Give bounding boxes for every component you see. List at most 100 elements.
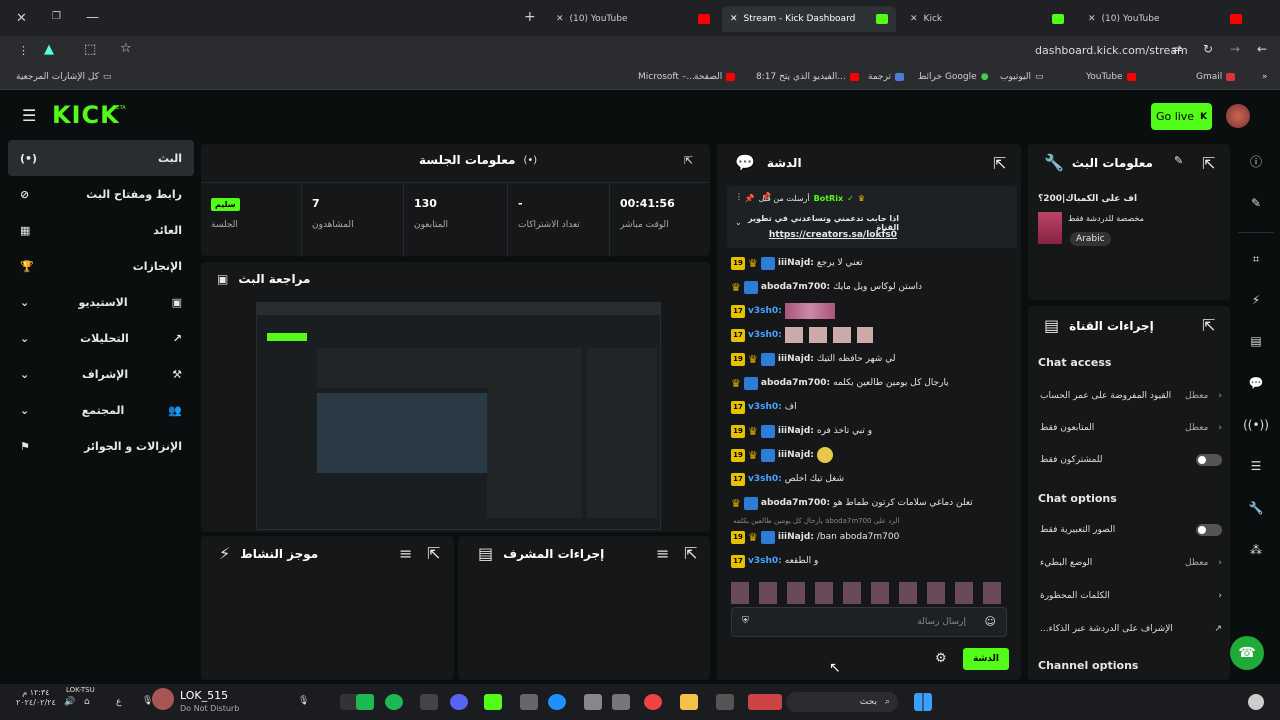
bookmark-maps[interactable]: خرائط Google ● xyxy=(918,72,989,82)
bookmark-all[interactable]: كل الإشارات المرجعية ▭ xyxy=(16,72,111,82)
close-tab-icon[interactable]: ✕ xyxy=(910,14,918,24)
sidebar-item-moderation[interactable]: ⌄ الإشراف ⚒ xyxy=(8,356,194,392)
windows-start-icon[interactable] xyxy=(914,693,932,711)
bookmark-video[interactable]: 8:17 الفيديو الذي يتح... xyxy=(756,72,859,82)
close-window-icon[interactable]: ✕ xyxy=(16,11,27,26)
wrench-icon[interactable]: 🔧 xyxy=(1243,495,1269,521)
popout-icon[interactable]: ⇱ xyxy=(427,544,440,563)
reload-icon[interactable]: ↻ xyxy=(1203,42,1213,56)
url-field[interactable]: dashboard.kick.com/stream xyxy=(1035,44,1188,57)
notification-icon[interactable] xyxy=(1248,694,1264,710)
sidebar-item-drops[interactable]: ⚑ الإنزالات و الجوائز xyxy=(8,428,194,464)
bookmark-page[interactable]: الصفحة xyxy=(694,72,736,82)
broadcast-icon[interactable]: ((•)) xyxy=(1243,412,1269,438)
microphone-icon[interactable]: 🎙 xyxy=(298,696,309,706)
close-tab-icon[interactable]: ✕ xyxy=(1088,14,1096,24)
edit-pen-icon[interactable]: ✎ xyxy=(1243,190,1269,216)
volume-icon[interactable]: 🔊 xyxy=(64,697,75,707)
emote-bar[interactable] xyxy=(731,582,1011,604)
slow-mode-row[interactable]: الوضع البطيء معطل › xyxy=(1040,553,1222,573)
close-tab-icon[interactable]: ✕ xyxy=(556,14,564,24)
popout-icon[interactable]: ⇱ xyxy=(1202,316,1215,335)
popout-icon[interactable]: ⇱ xyxy=(1202,154,1215,173)
emotes-only-toggle[interactable] xyxy=(1196,524,1222,536)
share-icon[interactable]: ⬚ xyxy=(84,42,96,57)
network-icon[interactable]: ⌂ xyxy=(84,697,90,707)
discord-avatar[interactable] xyxy=(152,688,174,710)
emoji-icon[interactable]: ☺ xyxy=(985,615,996,628)
clock[interactable]: ١٢:٣٤ م ٢٠٢٤/٠٢/٢٤ xyxy=(16,688,56,708)
account-age-row[interactable]: القيود المفروضة على عمر الحساب معطل › xyxy=(1040,386,1222,406)
send-chat-button[interactable]: الدشة xyxy=(963,648,1009,670)
tab-youtube-2[interactable]: ✕ (10) YouTube xyxy=(1080,6,1250,32)
followers-only-row[interactable]: المتابعون فقط معطل › xyxy=(1040,418,1222,438)
banned-words-row[interactable]: الكلمات المحظورة › xyxy=(1040,586,1222,606)
app-icon[interactable] xyxy=(520,694,538,710)
close-tab-icon[interactable]: ✕ xyxy=(730,14,738,24)
browser-menu-icon[interactable]: ⋮ xyxy=(18,44,29,57)
widgets-icon[interactable]: ⁂ xyxy=(1243,537,1269,563)
subscribers-only-toggle[interactable] xyxy=(1196,454,1222,466)
bookmark-gmail[interactable]: Gmail xyxy=(1196,72,1236,82)
lightning-icon[interactable]: ⚡ xyxy=(1243,287,1269,313)
sidebar-item-achievements[interactable]: 🏆 الإنجازات xyxy=(8,248,194,284)
stream-preview-video[interactable] xyxy=(256,302,661,530)
kick-app-icon[interactable] xyxy=(484,694,502,710)
spotify-icon[interactable] xyxy=(385,694,403,710)
filter-icon[interactable]: ≡ xyxy=(656,544,669,563)
tab-youtube-1[interactable]: ✕ (10) YouTube xyxy=(548,6,718,32)
sidebar-item-stream-key[interactable]: ⊘ رابط ومفتاح البث xyxy=(8,176,194,212)
bookmark-translate[interactable]: ترجمة xyxy=(868,72,905,82)
sidebar-item-studio[interactable]: ⌄ الاستيديو ▣ xyxy=(8,284,194,320)
user-avatar[interactable] xyxy=(1226,104,1250,128)
bookmark-star-icon[interactable]: ☆ xyxy=(120,41,132,56)
edit-icon[interactable]: ✎ xyxy=(1174,154,1183,167)
hamburger-menu-icon[interactable]: ☰ xyxy=(22,106,36,125)
bookmark-youtube-ar[interactable]: اليوتيوب ▭ xyxy=(1000,72,1043,82)
ai-moderation-row[interactable]: ...الإشراف على الدردشة عبر الذكاء ↗ xyxy=(1040,619,1222,639)
app-icon[interactable] xyxy=(612,694,630,710)
more-bookmarks-icon[interactable]: » xyxy=(1262,72,1268,82)
language-indicator[interactable]: ع xyxy=(116,697,121,707)
layers-icon[interactable]: ☰ xyxy=(1243,453,1269,479)
extension-icon[interactable]: ▲ xyxy=(44,42,54,57)
forward-icon[interactable]: → xyxy=(1230,42,1240,56)
taskbar-search[interactable]: بحث ⌕ xyxy=(786,692,898,712)
pinned-link[interactable]: https://creators.sa/lokfs0 xyxy=(731,230,897,240)
scan-icon[interactable]: ⌗ xyxy=(1243,246,1269,272)
new-tab-icon[interactable]: + xyxy=(524,9,536,25)
edge-icon[interactable] xyxy=(548,694,566,710)
tune-icon[interactable]: ⇌ xyxy=(1172,42,1182,56)
restore-window-icon[interactable]: ❐ xyxy=(52,11,61,22)
minimize-window-icon[interactable]: — xyxy=(86,10,99,25)
file-explorer-icon[interactable] xyxy=(680,694,698,710)
document-icon[interactable]: ▤ xyxy=(1243,328,1269,354)
tab-kick-dashboard[interactable]: ✕ Stream - Kick Dashboard xyxy=(722,6,896,32)
sidebar-item-community[interactable]: ⌄ المجتمع 👥 xyxy=(8,392,194,428)
kick-logo[interactable]: KICK xyxy=(52,101,120,129)
sidebar-item-analytics[interactable]: ⌄ التحليلات ↗ xyxy=(8,320,194,356)
chat-icon[interactable]: 💬 xyxy=(1243,370,1269,396)
bookmark-microsoft[interactable]: Microsoft –... xyxy=(638,72,695,82)
support-headset-icon[interactable]: ☎ xyxy=(1230,636,1264,670)
back-icon[interactable]: ← xyxy=(1257,42,1267,56)
discord-icon[interactable] xyxy=(450,694,468,710)
popout-icon[interactable]: ⇱ xyxy=(993,154,1006,173)
popout-icon[interactable]: ⇱ xyxy=(684,154,693,167)
store-icon[interactable] xyxy=(584,694,602,710)
chrome-icon[interactable] xyxy=(644,694,662,710)
popout-icon[interactable]: ⇱ xyxy=(684,544,697,563)
sidebar-item-stream[interactable]: (•) البث xyxy=(8,140,194,176)
filter-icon[interactable]: ≡ xyxy=(399,544,412,563)
go-live-button[interactable]: Go live K xyxy=(1151,103,1212,130)
app-icon[interactable] xyxy=(748,694,782,710)
tab-kick[interactable]: ✕ Kick xyxy=(902,6,1072,32)
pin-icon[interactable]: 📌 xyxy=(761,192,771,201)
shield-icon[interactable]: ⛨ xyxy=(742,616,749,626)
app-icon[interactable] xyxy=(356,694,374,710)
chat-input[interactable]: ⛨ إرسال رسالة ☺ xyxy=(731,607,1007,637)
app-icon[interactable] xyxy=(716,694,734,710)
sidebar-item-revenue[interactable]: ▦ العائد xyxy=(8,212,194,248)
bookmark-youtube[interactable]: YouTube xyxy=(1086,72,1136,82)
app-icon[interactable] xyxy=(420,694,438,710)
